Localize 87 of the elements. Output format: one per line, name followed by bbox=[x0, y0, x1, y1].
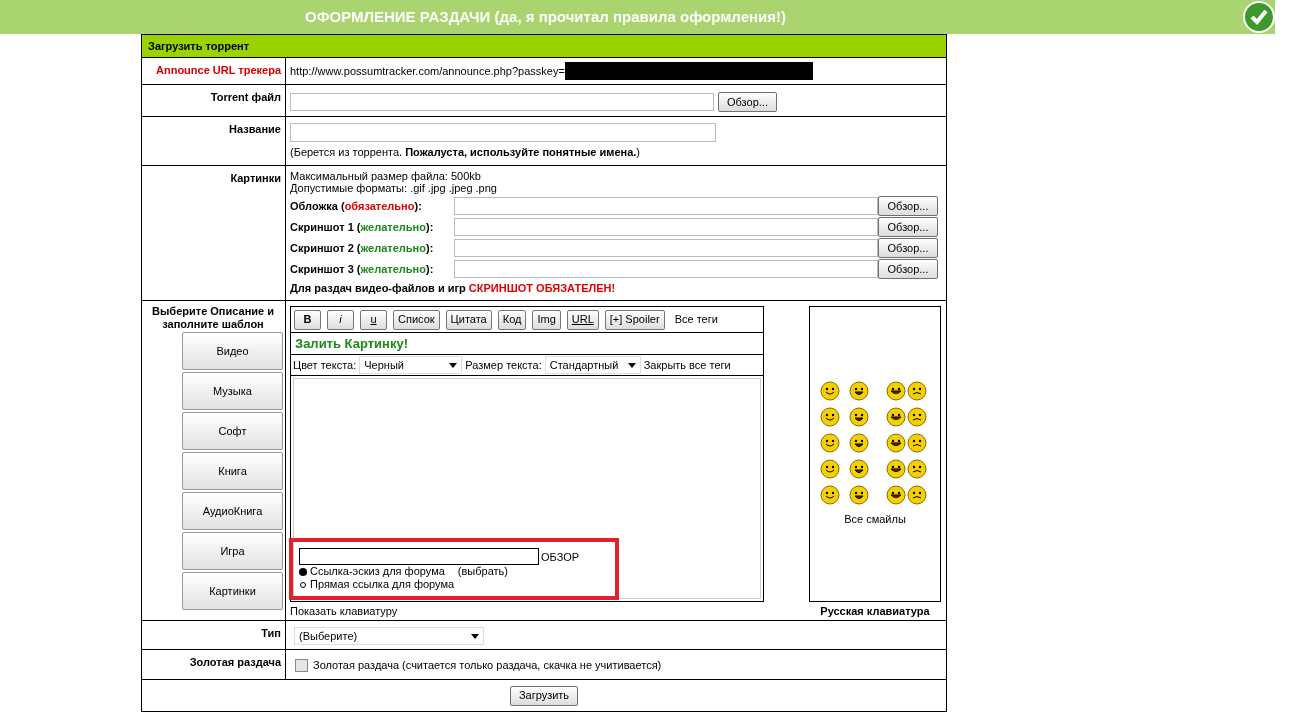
smiley-icon[interactable] bbox=[820, 406, 840, 427]
image-field[interactable] bbox=[454, 260, 878, 278]
browse-link[interactable]: ОБЗОР bbox=[541, 548, 580, 565]
close-tags-link[interactable]: Закрыть все теги bbox=[643, 356, 731, 374]
field-label: Название bbox=[229, 123, 281, 135]
choose-link[interactable]: (выбрать) bbox=[457, 563, 508, 580]
smiley-icon[interactable] bbox=[907, 380, 927, 401]
field-label: Картинки bbox=[230, 171, 281, 184]
smiley-icon[interactable] bbox=[886, 406, 906, 427]
form-heading: Загрузить торрент bbox=[142, 35, 946, 58]
browse-button[interactable]: Обзор... bbox=[878, 217, 938, 237]
all-smilies-link[interactable]: Все смайлы bbox=[844, 510, 906, 528]
name-field[interactable] bbox=[290, 123, 716, 142]
info-text: Допустимые форматы: .gif .jpg .jpeg .png bbox=[290, 181, 498, 194]
template-button[interactable]: Картинки bbox=[182, 572, 283, 610]
smiley-icon[interactable] bbox=[886, 484, 906, 505]
field-label: Torrent файл bbox=[210, 91, 281, 103]
size-label: Размер текста: bbox=[465, 357, 542, 373]
image-field[interactable] bbox=[454, 239, 878, 257]
image-field-label: Скриншот 2 (желательно): bbox=[290, 240, 435, 256]
color-select[interactable]: Черный bbox=[359, 356, 463, 374]
format-button[interactable]: [+] Spoiler bbox=[604, 309, 665, 330]
format-button[interactable]: URL bbox=[566, 309, 599, 330]
smiley-icon[interactable] bbox=[849, 380, 869, 401]
browse-button[interactable]: Обзор... bbox=[878, 259, 938, 279]
format-button[interactable]: Код bbox=[497, 309, 527, 330]
smiley-icon[interactable] bbox=[886, 432, 906, 453]
screenshot-warning: Для раздач видео-файлов и игр СКРИНШОТ ОБЯЗАТЕЛЕН! bbox=[290, 280, 617, 296]
format-button[interactable]: Img bbox=[532, 309, 561, 330]
format-button[interactable]: Список bbox=[393, 309, 440, 330]
image-field-label: Скриншот 3 (желательно): bbox=[290, 261, 435, 277]
smiley-icon[interactable] bbox=[886, 380, 906, 401]
type-select[interactable]: (Выберите) bbox=[294, 627, 484, 645]
template-button[interactable]: Софт bbox=[182, 412, 283, 450]
smiley-icon[interactable] bbox=[820, 432, 840, 453]
field-label: Announce URL трекера bbox=[156, 64, 281, 76]
format-button[interactable]: i bbox=[327, 309, 354, 330]
color-label: Цвет текста: bbox=[293, 357, 357, 373]
smiley-icon[interactable] bbox=[849, 484, 869, 505]
all-tags-link[interactable]: Все теги bbox=[674, 311, 718, 328]
image-field-label: Обложка (обязательно): bbox=[290, 198, 423, 214]
smiley-icon[interactable] bbox=[820, 380, 840, 401]
check-icon[interactable] bbox=[1243, 1, 1275, 33]
upload-image-link[interactable]: Залить Картинку! bbox=[295, 333, 408, 354]
template-label: Выберите Описание и заполните шаблон bbox=[151, 305, 275, 331]
smiley-icon[interactable] bbox=[849, 406, 869, 427]
caret-icon bbox=[449, 362, 458, 368]
size-select[interactable]: Стандартный bbox=[544, 356, 641, 374]
torrent-file-field[interactable] bbox=[290, 93, 714, 111]
submit-button[interactable]: Загрузить bbox=[509, 685, 579, 706]
format-button[interactable]: Цитата bbox=[445, 309, 492, 330]
template-button[interactable]: Книга bbox=[182, 452, 283, 490]
announce-url: http://www.possumtracker.com/announce.php?passkey= bbox=[290, 63, 565, 79]
field-label: Золотая раздача bbox=[189, 656, 281, 668]
field-label: Тип bbox=[261, 627, 281, 639]
smiley-icon[interactable] bbox=[849, 458, 869, 479]
smiley-icon[interactable] bbox=[907, 458, 927, 479]
banner-title: ОФОРМЛЕНИЕ РАЗДАЧИ (да, я прочитал правила оформления!) bbox=[305, 6, 787, 27]
info-text: Максимальный размер файла: 500kb bbox=[290, 169, 482, 182]
image-field[interactable] bbox=[454, 197, 878, 215]
show-keyboard-link[interactable]: Показать клавиатуру bbox=[290, 603, 764, 620]
name-hint: (Берется из торрента. Пожалуста, используйте понятные имена.) bbox=[290, 145, 641, 160]
template-button[interactable]: Видео bbox=[182, 332, 283, 370]
caret-icon bbox=[627, 362, 636, 368]
smiley-icon[interactable] bbox=[820, 458, 840, 479]
format-button[interactable]: B bbox=[294, 309, 321, 330]
smiley-icon[interactable] bbox=[849, 432, 869, 453]
checkbox-label: Золотая раздача (считается только раздача, скачка не учитивается) bbox=[313, 658, 662, 673]
image-field[interactable] bbox=[454, 218, 878, 236]
browse-button[interactable]: Обзор... bbox=[878, 238, 938, 258]
radio-mark[interactable] bbox=[299, 567, 307, 576]
browse-button[interactable]: Обзор... bbox=[718, 92, 777, 112]
format-button[interactable]: u bbox=[360, 309, 387, 330]
template-button[interactable]: Игра bbox=[182, 532, 283, 570]
smiley-icon[interactable] bbox=[886, 458, 906, 479]
template-button[interactable]: АудиоКнига bbox=[182, 492, 283, 530]
smiley-icon[interactable] bbox=[820, 484, 840, 505]
image-upload-field[interactable] bbox=[299, 548, 539, 565]
template-button[interactable]: Музыка bbox=[182, 372, 283, 410]
smiley-icon[interactable] bbox=[907, 406, 927, 427]
keyboard-label[interactable]: Русская клавиатура bbox=[820, 603, 930, 620]
smiley-icon[interactable] bbox=[907, 484, 927, 505]
caret-icon bbox=[471, 633, 479, 639]
smiley-icon[interactable] bbox=[907, 432, 927, 453]
release-checkbox[interactable] bbox=[295, 658, 308, 672]
browse-button[interactable]: Обзор... bbox=[878, 196, 938, 216]
image-field-label: Скриншот 1 (желательно): bbox=[290, 219, 435, 235]
